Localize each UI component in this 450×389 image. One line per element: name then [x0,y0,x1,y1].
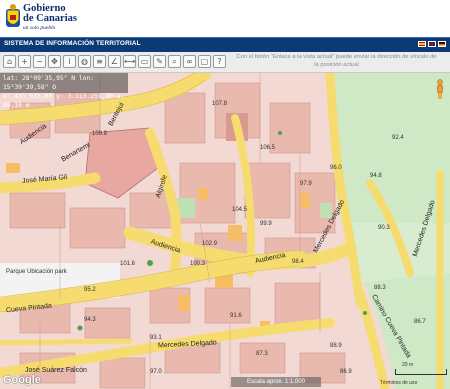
elevation-label: 104.5 [232,207,248,213]
elevation-label: 87.3 [256,351,268,357]
home-icon[interactable]: ⌂ [3,55,16,68]
elevation-label: 95.2 [84,287,96,293]
tool-buttons: ⌂ + − ✥ i ◍ ≡ ∠ ⟷ ▭ ✎ ⌕ ∞ ▢ ? [3,55,226,68]
coordinate-readout: lat: 28°09'35,95" N lon: 15°39'39,58" O … [0,73,128,109]
elevation-label: 93.1 [150,335,162,341]
map-canvas[interactable]: 109.8 107.8 106.5 104.5 102.9 101.6 100.… [0,73,450,389]
language-flags [418,41,446,47]
terms-link[interactable]: Términos de uso [380,380,417,386]
brand-line-2: de Canarias [23,13,77,24]
scale-bar-label: 20 m [402,362,414,368]
elevation-label: 86.9 [340,369,352,375]
elevation-label: 106.5 [260,145,276,151]
help-icon[interactable]: ? [213,55,226,68]
map-drawing [0,73,450,389]
brand-motto: un solo pueblo [23,25,56,31]
elevation-label: 98.4 [292,259,304,265]
toolbar: ⌂ + − ✥ i ◍ ≡ ∠ ⟷ ▭ ✎ ⌕ ∞ ▢ ? Con el bot… [0,52,450,73]
elevation-label: 94.8 [370,173,382,179]
toolbar-hint: Con el botón "Enlace a la vista actual" … [236,54,437,68]
elevation-label: 94.3 [84,317,96,323]
pan-icon[interactable]: ✥ [48,55,61,68]
edit-icon[interactable]: ✎ [153,55,166,68]
street-label: José Suárez Falcón [25,367,87,374]
elevation-label: 88.9 [330,343,342,349]
measure-icon[interactable]: ∠ [108,55,121,68]
brand: Gobierno de Canarias un solo pueblo [23,3,77,31]
coords-latlon: lat: 28°09'35,95" N lon: 15°39'39,58" O [3,75,94,91]
elevation-label: 88.3 [374,285,386,291]
park-label: Parque Ubicación park [6,269,67,275]
elevation-label: 97.9 [300,181,312,187]
flag-german-icon[interactable] [438,41,446,47]
elevation-label: 96.0 [330,165,342,171]
google-logo: Google [3,374,41,386]
elevation-label: 109.8 [92,131,108,137]
elevation-label: 97.0 [150,369,162,375]
elevation-label: 86.7 [414,319,426,325]
window-icon[interactable]: ▢ [198,55,211,68]
globe-icon[interactable]: ◍ [78,55,91,68]
zoom-in-icon[interactable]: + [18,55,31,68]
elevation-label: 99.9 [260,221,272,227]
elevation-label: 100.3 [190,261,206,267]
elevation-label: 107.8 [212,101,228,107]
elevation-label: 92.4 [392,135,404,141]
print-icon[interactable]: ▭ [138,55,151,68]
ruler-icon[interactable]: ⟷ [123,55,136,68]
coat-of-arms-logo [6,4,20,27]
elevation-label: 90.3 [378,225,390,231]
elevation-label: 102.9 [202,241,218,247]
titlebar: SISTEMA DE INFORMACIÓN TERRITORIAL [0,37,450,52]
link-icon[interactable]: ∞ [183,55,196,68]
layers-icon[interactable]: ≡ [93,55,106,68]
search-icon[interactable]: ⌕ [168,55,181,68]
zoom-out-icon[interactable]: − [33,55,46,68]
scale-indicator: Escala aprox. 1:1.000 [231,377,321,387]
info-icon[interactable]: i [63,55,76,68]
pegman-icon[interactable] [435,79,445,101]
elevation-label: 101.6 [120,261,136,267]
flag-spanish-icon[interactable] [418,41,426,47]
scale-bar [395,369,447,375]
flag-english-icon[interactable] [428,41,436,47]
header: Gobierno de Canarias un solo pueblo [0,0,450,37]
app-title: SISTEMA DE INFORMACIÓN TERRITORIAL [4,40,141,47]
coords-xy: x: 435.933,09 y: 3.113.251,90 a: 89,10 m [3,93,125,109]
elevation-label: 91.6 [230,313,242,319]
